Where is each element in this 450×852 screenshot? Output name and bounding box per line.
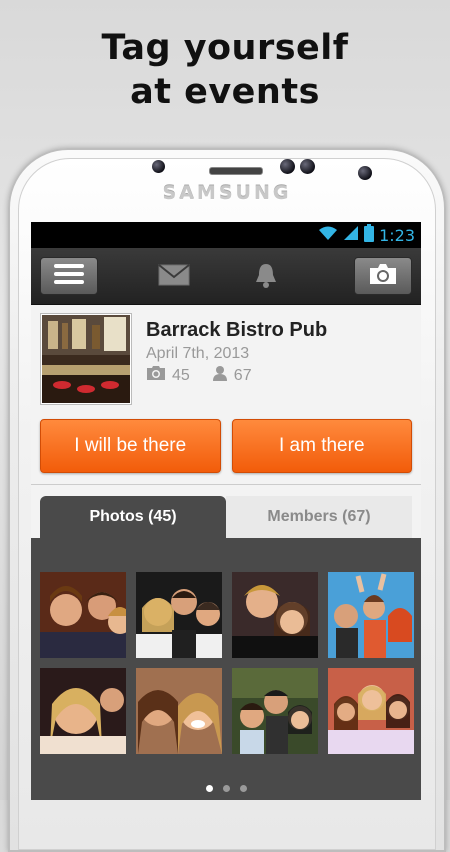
status-bar: 1:23	[31, 222, 421, 248]
photo-grid	[40, 572, 414, 754]
member-count: 67	[233, 366, 252, 384]
menu-button[interactable]	[40, 257, 98, 295]
page-dot-active[interactable]	[205, 785, 213, 792]
app-toolbar	[31, 248, 421, 305]
envelope-icon	[158, 264, 190, 290]
tab-members[interactable]: Members (67)	[226, 496, 412, 538]
tab-photos[interactable]: Photos (45)	[40, 496, 226, 538]
gallery-photo[interactable]	[232, 572, 318, 658]
photo-gallery	[31, 538, 421, 800]
photo-count: 45	[172, 366, 190, 384]
headline-line-2: at events	[130, 72, 320, 112]
event-stats: 45 67	[146, 365, 327, 386]
attendance-actions: I will be there I am there	[40, 419, 412, 473]
content-tabs: Photos (45) Members (67)	[40, 496, 412, 538]
check-in-button[interactable]: I am there	[231, 419, 412, 473]
bar-interior-image	[42, 315, 130, 403]
event-info: Barrack Bistro Pub April 7th, 2013 45 67	[146, 313, 327, 396]
photo-count-icon	[146, 365, 166, 386]
page-indicator	[31, 785, 421, 792]
page-dot[interactable]	[222, 785, 230, 792]
clock: 1:23	[379, 225, 415, 245]
gallery-photo[interactable]	[40, 668, 126, 754]
member-count-icon	[212, 365, 228, 386]
event-date: April 7th, 2013	[146, 345, 250, 362]
headline-line-1: Tag yourself	[101, 28, 349, 68]
gallery-photo[interactable]	[136, 572, 222, 658]
messages-button[interactable]	[158, 264, 192, 288]
will-attend-button[interactable]: I will be there	[40, 419, 221, 473]
sensor-mid-1	[280, 159, 295, 174]
event-thumbnail[interactable]	[40, 313, 132, 405]
section-divider	[31, 484, 421, 485]
wifi-icon	[318, 225, 338, 245]
battery-icon	[364, 224, 375, 246]
promo-headline: Tag yourself at events	[0, 26, 450, 114]
gallery-photo[interactable]	[328, 668, 414, 754]
event-title: Barrack Bistro Pub	[146, 319, 328, 341]
hamburger-menu-icon	[54, 263, 84, 290]
signal-icon	[343, 225, 359, 245]
earpiece-speaker	[209, 167, 263, 175]
gallery-photo[interactable]	[40, 572, 126, 658]
gallery-photo[interactable]	[328, 572, 414, 658]
event-header: Barrack Bistro Pub April 7th, 2013 45 67	[31, 305, 421, 405]
gallery-photo[interactable]	[136, 668, 222, 754]
camera-button[interactable]	[354, 257, 412, 295]
bell-icon	[255, 264, 277, 293]
phone-screen: 1:23 Barrack Bistro Pub April 7th, 2013 …	[31, 222, 421, 800]
sensor-mid-2	[300, 159, 315, 174]
gallery-photo[interactable]	[232, 668, 318, 754]
sensor-left	[152, 160, 165, 173]
front-camera	[358, 166, 372, 180]
page-dot[interactable]	[239, 785, 247, 792]
notifications-button[interactable]	[255, 263, 279, 289]
device-brand-logo: SAMSUNG	[162, 182, 292, 204]
camera-icon	[368, 263, 398, 290]
